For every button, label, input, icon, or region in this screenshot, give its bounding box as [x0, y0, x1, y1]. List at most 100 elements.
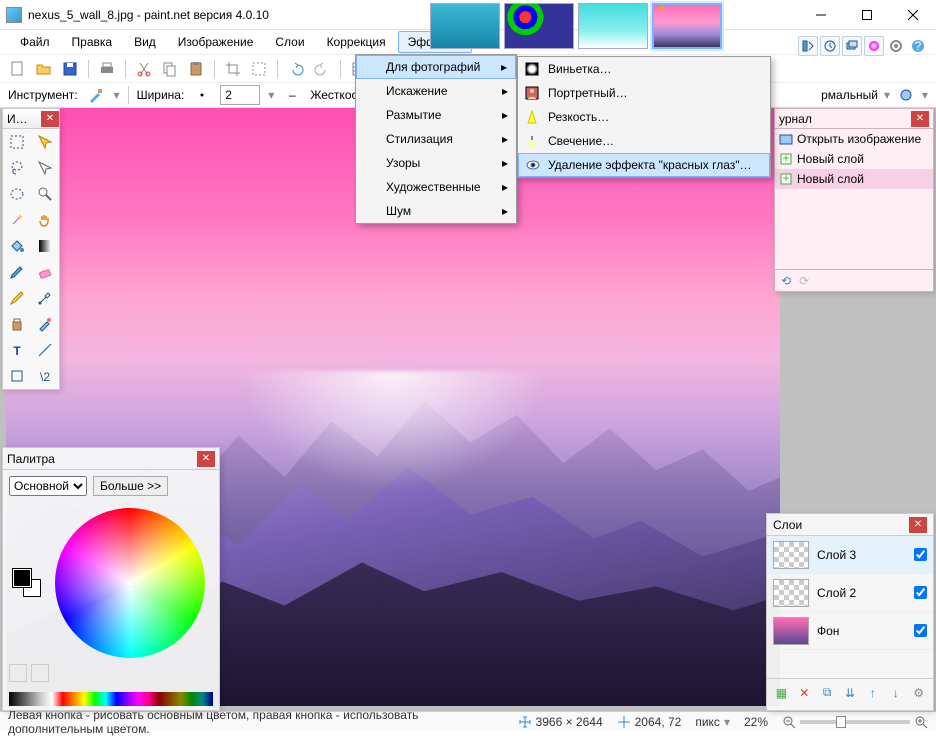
history-window-toggle[interactable] — [820, 36, 840, 56]
open-icon[interactable] — [34, 59, 54, 79]
decrease-icon[interactable]: – — [282, 85, 302, 105]
layers-close-button[interactable]: ✕ — [909, 517, 927, 533]
menu-item-blur[interactable]: Размытие▸ — [356, 103, 516, 127]
redo-icon[interactable] — [312, 59, 332, 79]
history-item[interactable]: + Новый слой — [775, 169, 933, 189]
layers-window-toggle[interactable] — [842, 36, 862, 56]
status-zoom[interactable]: 22% — [744, 715, 768, 729]
rect-select-tool[interactable] — [3, 129, 31, 155]
move-down-icon[interactable]: ↓ — [887, 684, 904, 702]
menu-item-vignette[interactable]: Виньетка… — [518, 57, 770, 81]
cut-icon[interactable] — [134, 59, 154, 79]
doc-tab-4[interactable] — [652, 3, 722, 49]
merge-down-icon[interactable]: ⇊ — [842, 684, 859, 702]
bucket-tool[interactable] — [3, 233, 31, 259]
properties-icon[interactable]: ⚙ — [910, 684, 927, 702]
menu-view[interactable]: Вид — [124, 31, 166, 53]
line-tool[interactable] — [31, 337, 59, 363]
menu-item-artistic[interactable]: Художественные▸ — [356, 175, 516, 199]
menu-file[interactable]: Файл — [10, 31, 60, 53]
palette-strip[interactable] — [9, 692, 213, 706]
minimize-button[interactable] — [798, 0, 844, 30]
menu-item-noise[interactable]: Шум▸ — [356, 199, 516, 223]
history-redo-icon[interactable]: ⟳ — [799, 274, 809, 288]
menu-adjustments[interactable]: Коррекция — [317, 31, 396, 53]
doc-tab-3[interactable] — [578, 3, 648, 49]
move-tool[interactable] — [31, 155, 59, 181]
layer-row[interactable]: Слой 2 — [767, 574, 933, 612]
clone-tool[interactable] — [3, 311, 31, 337]
menu-item-photo[interactable]: Для фотографий▸ — [356, 55, 516, 79]
brush-tool[interactable] — [3, 259, 31, 285]
menu-image[interactable]: Изображение — [168, 31, 264, 53]
zoom-tool[interactable] — [31, 181, 59, 207]
paste-icon[interactable] — [186, 59, 206, 79]
color-wheel[interactable] — [55, 508, 205, 658]
text-tool[interactable]: T — [3, 337, 31, 363]
deselect-icon[interactable] — [249, 59, 269, 79]
print-icon[interactable] — [97, 59, 117, 79]
curve-tool[interactable]: \2 — [31, 363, 59, 389]
primary-color[interactable] — [13, 569, 31, 587]
palette-manage-icon[interactable] — [31, 664, 49, 682]
tools-close-button[interactable]: ✕ — [41, 111, 59, 127]
pencil-tool[interactable] — [3, 285, 31, 311]
picker-tool[interactable] — [31, 285, 59, 311]
layer-visible-checkbox[interactable] — [914, 624, 927, 637]
menu-item-distort[interactable]: Искажение▸ — [356, 79, 516, 103]
magic-wand-tool[interactable] — [3, 207, 31, 233]
close-button[interactable] — [890, 0, 936, 30]
history-item[interactable]: Открыть изображение — [775, 129, 933, 149]
duplicate-layer-icon[interactable]: ⧉ — [819, 684, 836, 702]
layer-row[interactable]: Фон — [767, 612, 933, 650]
doc-tab-1[interactable] — [430, 3, 500, 49]
menu-item-portrait[interactable]: Портретный… — [518, 81, 770, 105]
history-close-button[interactable]: ✕ — [911, 111, 929, 127]
menu-item-patterns[interactable]: Узоры▸ — [356, 151, 516, 175]
ellipse-select-tool[interactable] — [3, 181, 31, 207]
eraser-tool[interactable] — [31, 259, 59, 285]
doc-tab-2[interactable] — [504, 3, 574, 49]
menu-item-redeye[interactable]: Удаление эффекта "красных глаз"… — [518, 153, 770, 177]
move-up-icon[interactable]: ↑ — [864, 684, 881, 702]
current-tool-icon[interactable] — [86, 85, 106, 105]
shape-tool[interactable] — [3, 363, 31, 389]
layer-row[interactable]: Слой 3 — [767, 536, 933, 574]
more-button[interactable]: Больше >> — [93, 476, 168, 496]
pan-tool[interactable] — [31, 207, 59, 233]
overwrite-icon[interactable] — [896, 85, 916, 105]
status-units[interactable]: пикс — [695, 715, 720, 729]
copy-icon[interactable] — [160, 59, 180, 79]
gradient-tool[interactable] — [31, 233, 59, 259]
history-undo-icon[interactable]: ⟲ — [781, 274, 791, 288]
settings-icon[interactable] — [886, 36, 906, 56]
colors-window-toggle[interactable] — [864, 36, 884, 56]
new-icon[interactable] — [8, 59, 28, 79]
lasso-tool[interactable] — [3, 155, 31, 181]
brush-width-input[interactable] — [220, 85, 260, 105]
move-sel-tool[interactable] — [31, 129, 59, 155]
zoom-slider[interactable] — [800, 720, 910, 724]
brush-preview-icon[interactable] — [192, 85, 212, 105]
menu-item-stylize[interactable]: Стилизация▸ — [356, 127, 516, 151]
history-item[interactable]: + Новый слой — [775, 149, 933, 169]
color-mode-select[interactable]: Основной — [9, 476, 87, 496]
colors-close-button[interactable]: ✕ — [197, 451, 215, 467]
zoom-in-icon[interactable] — [914, 715, 928, 729]
menu-item-glow[interactable]: Свечение… — [518, 129, 770, 153]
menu-item-sharpen[interactable]: Резкость… — [518, 105, 770, 129]
menu-edit[interactable]: Правка — [62, 31, 123, 53]
maximize-button[interactable] — [844, 0, 890, 30]
tools-window-toggle[interactable] — [798, 36, 818, 56]
crop-icon[interactable] — [223, 59, 243, 79]
save-icon[interactable] — [60, 59, 80, 79]
recolor-tool[interactable] — [31, 311, 59, 337]
undo-icon[interactable] — [286, 59, 306, 79]
layer-visible-checkbox[interactable] — [914, 586, 927, 599]
help-icon[interactable]: ? — [908, 36, 928, 56]
zoom-out-icon[interactable] — [782, 715, 796, 729]
layer-visible-checkbox[interactable] — [914, 548, 927, 561]
color-swatches[interactable] — [13, 569, 41, 597]
add-layer-icon[interactable]: ▦ — [773, 684, 790, 702]
delete-layer-icon[interactable]: ✕ — [796, 684, 813, 702]
